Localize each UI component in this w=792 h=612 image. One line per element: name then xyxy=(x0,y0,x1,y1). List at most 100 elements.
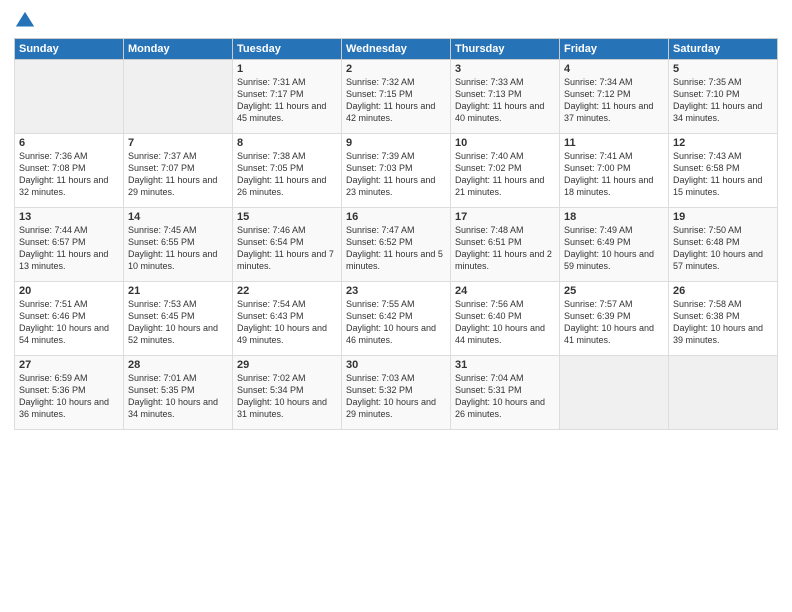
day-info: Sunrise: 7:57 AM Sunset: 6:39 PM Dayligh… xyxy=(564,298,664,347)
day-number: 20 xyxy=(19,285,119,297)
day-number: 15 xyxy=(237,211,337,223)
day-number: 2 xyxy=(346,63,446,75)
calendar-cell: 7Sunrise: 7:37 AM Sunset: 7:07 PM Daylig… xyxy=(124,134,233,208)
day-number: 9 xyxy=(346,137,446,149)
logo-icon xyxy=(14,10,36,32)
day-info: Sunrise: 7:03 AM Sunset: 5:32 PM Dayligh… xyxy=(346,372,446,421)
day-number: 7 xyxy=(128,137,228,149)
calendar-cell xyxy=(669,356,778,430)
day-number: 21 xyxy=(128,285,228,297)
calendar-cell: 2Sunrise: 7:32 AM Sunset: 7:15 PM Daylig… xyxy=(342,60,451,134)
calendar-cell xyxy=(124,60,233,134)
day-number: 25 xyxy=(564,285,664,297)
day-info: Sunrise: 7:40 AM Sunset: 7:02 PM Dayligh… xyxy=(455,150,555,199)
day-info: Sunrise: 7:34 AM Sunset: 7:12 PM Dayligh… xyxy=(564,76,664,125)
calendar-cell xyxy=(560,356,669,430)
calendar-cell: 20Sunrise: 7:51 AM Sunset: 6:46 PM Dayli… xyxy=(15,282,124,356)
day-info: Sunrise: 7:53 AM Sunset: 6:45 PM Dayligh… xyxy=(128,298,228,347)
day-info: Sunrise: 7:43 AM Sunset: 6:58 PM Dayligh… xyxy=(673,150,773,199)
day-number: 26 xyxy=(673,285,773,297)
calendar-cell: 31Sunrise: 7:04 AM Sunset: 5:31 PM Dayli… xyxy=(451,356,560,430)
weekday-saturday: Saturday xyxy=(669,39,778,60)
day-info: Sunrise: 7:48 AM Sunset: 6:51 PM Dayligh… xyxy=(455,224,555,273)
day-number: 30 xyxy=(346,359,446,371)
day-number: 22 xyxy=(237,285,337,297)
weekday-sunday: Sunday xyxy=(15,39,124,60)
calendar-cell: 26Sunrise: 7:58 AM Sunset: 6:38 PM Dayli… xyxy=(669,282,778,356)
day-info: Sunrise: 7:32 AM Sunset: 7:15 PM Dayligh… xyxy=(346,76,446,125)
day-number: 13 xyxy=(19,211,119,223)
calendar-cell: 25Sunrise: 7:57 AM Sunset: 6:39 PM Dayli… xyxy=(560,282,669,356)
day-info: Sunrise: 7:41 AM Sunset: 7:00 PM Dayligh… xyxy=(564,150,664,199)
calendar-cell: 23Sunrise: 7:55 AM Sunset: 6:42 PM Dayli… xyxy=(342,282,451,356)
calendar-cell: 28Sunrise: 7:01 AM Sunset: 5:35 PM Dayli… xyxy=(124,356,233,430)
day-number: 4 xyxy=(564,63,664,75)
calendar-cell: 22Sunrise: 7:54 AM Sunset: 6:43 PM Dayli… xyxy=(233,282,342,356)
calendar-cell: 1Sunrise: 7:31 AM Sunset: 7:17 PM Daylig… xyxy=(233,60,342,134)
day-info: Sunrise: 7:51 AM Sunset: 6:46 PM Dayligh… xyxy=(19,298,119,347)
calendar-cell: 15Sunrise: 7:46 AM Sunset: 6:54 PM Dayli… xyxy=(233,208,342,282)
weekday-wednesday: Wednesday xyxy=(342,39,451,60)
week-row-4: 20Sunrise: 7:51 AM Sunset: 6:46 PM Dayli… xyxy=(15,282,778,356)
day-number: 16 xyxy=(346,211,446,223)
day-info: Sunrise: 7:39 AM Sunset: 7:03 PM Dayligh… xyxy=(346,150,446,199)
day-info: Sunrise: 7:35 AM Sunset: 7:10 PM Dayligh… xyxy=(673,76,773,125)
day-number: 10 xyxy=(455,137,555,149)
calendar-cell: 4Sunrise: 7:34 AM Sunset: 7:12 PM Daylig… xyxy=(560,60,669,134)
day-info: Sunrise: 7:54 AM Sunset: 6:43 PM Dayligh… xyxy=(237,298,337,347)
day-number: 1 xyxy=(237,63,337,75)
day-number: 5 xyxy=(673,63,773,75)
day-number: 28 xyxy=(128,359,228,371)
calendar-cell: 16Sunrise: 7:47 AM Sunset: 6:52 PM Dayli… xyxy=(342,208,451,282)
calendar-cell: 21Sunrise: 7:53 AM Sunset: 6:45 PM Dayli… xyxy=(124,282,233,356)
calendar-cell xyxy=(15,60,124,134)
calendar-cell: 10Sunrise: 7:40 AM Sunset: 7:02 PM Dayli… xyxy=(451,134,560,208)
day-number: 6 xyxy=(19,137,119,149)
calendar-cell: 17Sunrise: 7:48 AM Sunset: 6:51 PM Dayli… xyxy=(451,208,560,282)
calendar-cell: 12Sunrise: 7:43 AM Sunset: 6:58 PM Dayli… xyxy=(669,134,778,208)
day-number: 18 xyxy=(564,211,664,223)
day-info: Sunrise: 7:55 AM Sunset: 6:42 PM Dayligh… xyxy=(346,298,446,347)
calendar-cell: 14Sunrise: 7:45 AM Sunset: 6:55 PM Dayli… xyxy=(124,208,233,282)
calendar-cell: 18Sunrise: 7:49 AM Sunset: 6:49 PM Dayli… xyxy=(560,208,669,282)
day-info: Sunrise: 7:33 AM Sunset: 7:13 PM Dayligh… xyxy=(455,76,555,125)
day-number: 24 xyxy=(455,285,555,297)
calendar-table: SundayMondayTuesdayWednesdayThursdayFrid… xyxy=(14,38,778,430)
calendar-cell: 11Sunrise: 7:41 AM Sunset: 7:00 PM Dayli… xyxy=(560,134,669,208)
day-number: 29 xyxy=(237,359,337,371)
page-header xyxy=(14,10,778,32)
day-number: 27 xyxy=(19,359,119,371)
calendar-cell: 5Sunrise: 7:35 AM Sunset: 7:10 PM Daylig… xyxy=(669,60,778,134)
day-number: 11 xyxy=(564,137,664,149)
day-info: Sunrise: 7:37 AM Sunset: 7:07 PM Dayligh… xyxy=(128,150,228,199)
weekday-friday: Friday xyxy=(560,39,669,60)
day-number: 8 xyxy=(237,137,337,149)
day-number: 23 xyxy=(346,285,446,297)
week-row-3: 13Sunrise: 7:44 AM Sunset: 6:57 PM Dayli… xyxy=(15,208,778,282)
day-number: 17 xyxy=(455,211,555,223)
week-row-1: 1Sunrise: 7:31 AM Sunset: 7:17 PM Daylig… xyxy=(15,60,778,134)
day-info: Sunrise: 7:36 AM Sunset: 7:08 PM Dayligh… xyxy=(19,150,119,199)
day-info: Sunrise: 7:45 AM Sunset: 6:55 PM Dayligh… xyxy=(128,224,228,273)
day-info: Sunrise: 7:04 AM Sunset: 5:31 PM Dayligh… xyxy=(455,372,555,421)
day-info: Sunrise: 7:02 AM Sunset: 5:34 PM Dayligh… xyxy=(237,372,337,421)
day-info: Sunrise: 7:46 AM Sunset: 6:54 PM Dayligh… xyxy=(237,224,337,273)
day-info: Sunrise: 7:47 AM Sunset: 6:52 PM Dayligh… xyxy=(346,224,446,273)
day-info: Sunrise: 7:44 AM Sunset: 6:57 PM Dayligh… xyxy=(19,224,119,273)
logo xyxy=(14,10,38,32)
weekday-tuesday: Tuesday xyxy=(233,39,342,60)
calendar-cell: 24Sunrise: 7:56 AM Sunset: 6:40 PM Dayli… xyxy=(451,282,560,356)
calendar-cell: 30Sunrise: 7:03 AM Sunset: 5:32 PM Dayli… xyxy=(342,356,451,430)
day-info: Sunrise: 7:50 AM Sunset: 6:48 PM Dayligh… xyxy=(673,224,773,273)
week-row-2: 6Sunrise: 7:36 AM Sunset: 7:08 PM Daylig… xyxy=(15,134,778,208)
calendar-cell: 6Sunrise: 7:36 AM Sunset: 7:08 PM Daylig… xyxy=(15,134,124,208)
day-info: Sunrise: 7:31 AM Sunset: 7:17 PM Dayligh… xyxy=(237,76,337,125)
day-number: 31 xyxy=(455,359,555,371)
day-info: Sunrise: 7:58 AM Sunset: 6:38 PM Dayligh… xyxy=(673,298,773,347)
week-row-5: 27Sunrise: 6:59 AM Sunset: 5:36 PM Dayli… xyxy=(15,356,778,430)
weekday-thursday: Thursday xyxy=(451,39,560,60)
day-info: Sunrise: 7:56 AM Sunset: 6:40 PM Dayligh… xyxy=(455,298,555,347)
weekday-monday: Monday xyxy=(124,39,233,60)
day-number: 12 xyxy=(673,137,773,149)
day-info: Sunrise: 7:38 AM Sunset: 7:05 PM Dayligh… xyxy=(237,150,337,199)
